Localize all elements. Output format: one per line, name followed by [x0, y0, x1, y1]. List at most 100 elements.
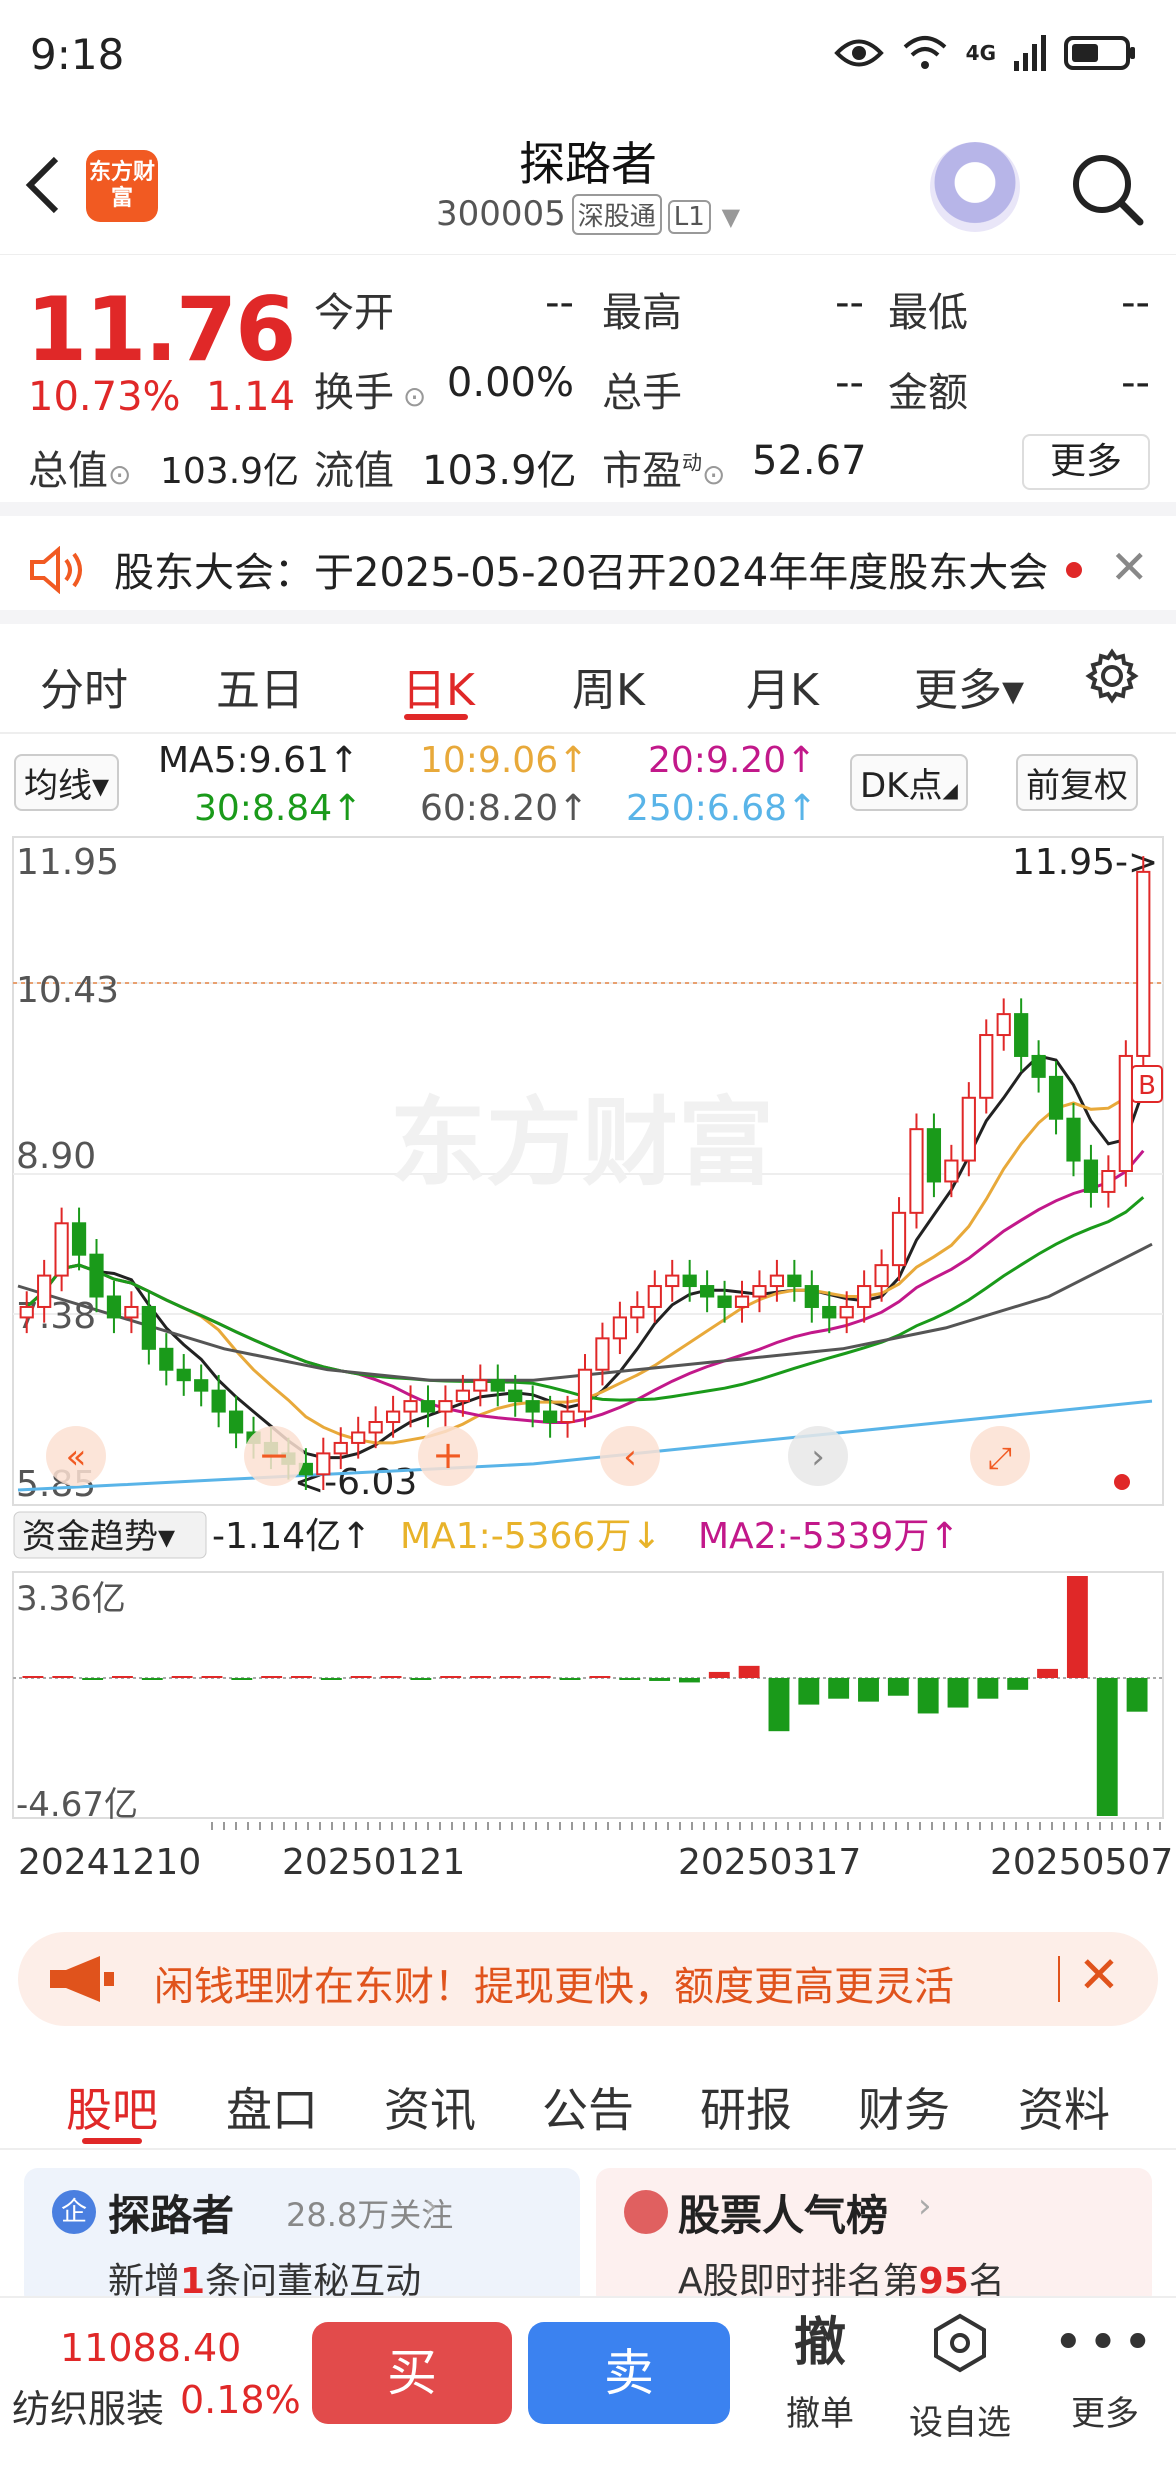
sell-button[interactable]: 卖: [528, 2322, 730, 2424]
open-label: 今开: [314, 290, 394, 336]
candle-body: [874, 1264, 889, 1288]
candle-body: [368, 1421, 383, 1434]
candle-body: [1118, 1054, 1133, 1172]
ma-selector[interactable]: 均线▾: [14, 754, 120, 811]
tab-finance[interactable]: 财务: [858, 2074, 950, 2140]
candle-body: [612, 1316, 627, 1340]
tab-pankou[interactable]: 盘口: [226, 2074, 318, 2140]
candle-body: [54, 1222, 69, 1277]
trade-bottom-bar: 11088.40 纺织服装 0.18% 买 卖 撤 撤单 设自选 ••• 更多: [0, 2296, 1176, 2480]
stock-code: 300005: [435, 194, 566, 234]
more-dots-icon: •••: [1052, 2313, 1157, 2373]
ma250-value: 250:6.68↑: [626, 788, 818, 829]
tab-research[interactable]: 研报: [700, 2074, 792, 2140]
candle-body: [1101, 1170, 1116, 1193]
kline-chart[interactable]: 东方财富 11.95 10.43 8.90 7.38 5.85 11.95-> …: [12, 836, 1164, 1848]
candle-body: [787, 1274, 802, 1288]
info-icon[interactable]: ⊙: [702, 458, 725, 491]
notice-bar[interactable]: 股东大会：于2025-05-20召开2024年年度股东大会 ✕: [0, 516, 1176, 624]
ma20-value: 20:9.20↑: [648, 740, 817, 781]
fund-bar: [798, 1678, 820, 1705]
candle-body: [89, 1253, 104, 1298]
fund-bar: [350, 1676, 372, 1678]
tab-more[interactable]: 更多▾: [914, 654, 1024, 718]
add-watchlist-button[interactable]: 设自选: [900, 2312, 1020, 2444]
chevron-left-icon: ‹: [623, 1437, 637, 1477]
open-value: --: [545, 280, 574, 326]
fund-bar: [708, 1671, 730, 1678]
assistant-robot-avatar[interactable]: [930, 142, 1020, 232]
candle-body: [420, 1400, 436, 1413]
fund-bar: [559, 1678, 581, 1680]
tab-news[interactable]: 资讯: [384, 2074, 476, 2140]
tab-profile[interactable]: 资料: [1018, 2074, 1110, 2140]
buy-button[interactable]: 买: [312, 2322, 512, 2424]
plus-icon: +: [432, 1433, 464, 1477]
candle-body: [961, 1096, 976, 1162]
volume-label: 总手: [602, 370, 682, 416]
low-label: 最低: [888, 290, 968, 336]
popularity-card[interactable]: 股票人气榜 › A股即时排名第95名: [596, 2168, 1152, 2308]
candle-body: [543, 1410, 558, 1424]
candle-body: [1066, 1117, 1081, 1162]
candle-body: [734, 1295, 750, 1308]
candle-body: [769, 1274, 785, 1288]
more-quote-button[interactable]: 更多: [1022, 434, 1150, 490]
dk-point-button[interactable]: DK点◢: [850, 754, 968, 811]
sector-name[interactable]: 纺织服装: [12, 2378, 164, 2433]
cancel-icon: 撤: [793, 2313, 846, 2373]
candle-body: [979, 1034, 994, 1099]
info-icon[interactable]: ⊙: [108, 458, 131, 491]
more-actions-button[interactable]: ••• 更多: [1050, 2312, 1160, 2435]
close-promo-icon[interactable]: ✕: [1078, 1946, 1120, 2004]
candle-body: [438, 1400, 453, 1413]
red-dot: [1114, 1474, 1130, 1490]
adjust-button[interactable]: 前复权: [1016, 754, 1138, 811]
fund-indicator-label: 资金趋势▾: [22, 1517, 175, 1557]
fund-bar: [1007, 1678, 1029, 1690]
tab-five-day[interactable]: 五日: [216, 654, 304, 718]
current-price: 11.76: [26, 278, 296, 381]
ma-indicator-row: 均线▾ MA5:9.61↑ 10:9.06↑ 20:9.20↑ 30:8.84↑…: [0, 734, 1176, 834]
fund-bar: [261, 1676, 283, 1678]
fund-bar: [231, 1678, 253, 1680]
y-label-2: 10.43: [16, 970, 119, 1011]
fund-ma2: MA2:-5339万↑: [698, 1516, 960, 1557]
level-tag: L1: [667, 200, 711, 234]
tab-daily-k[interactable]: 日K: [402, 654, 475, 718]
tab-guba[interactable]: 股吧: [66, 2074, 158, 2140]
candle-body: [909, 1128, 924, 1214]
promo-banner[interactable]: 闲钱理财在东财！提现更快，额度更高更灵活 ✕: [18, 1932, 1158, 2026]
candle-body: [752, 1285, 767, 1298]
tab-weekly-k[interactable]: 周K: [572, 654, 645, 718]
candle-body: [473, 1379, 488, 1392]
candle-body: [19, 1305, 34, 1319]
change-amount: 1.14: [206, 374, 296, 420]
candle-body: [159, 1347, 174, 1371]
tab-intraday[interactable]: 分时: [40, 654, 128, 718]
info-icon[interactable]: ⊙: [394, 380, 426, 413]
close-notice-icon[interactable]: ✕: [1110, 540, 1149, 594]
tab-announcements[interactable]: 公告: [542, 2074, 634, 2140]
stock-forum-card[interactable]: 企 探路者 28.8万关注 › 新增1条问董秘互动: [24, 2168, 580, 2308]
candle-body: [700, 1285, 715, 1298]
quote-panel: 11.76 10.73% 1.14 今开 -- 最高 -- 最低 -- 换手 ⊙…: [0, 256, 1176, 516]
fund-bar: [112, 1676, 133, 1678]
battery-icon: [1064, 36, 1135, 70]
ma5-value: MA5:9.61↑: [158, 740, 360, 781]
fund-bar: [858, 1678, 879, 1702]
tab-monthly-k[interactable]: 月K: [746, 654, 819, 718]
candle-body: [577, 1368, 593, 1413]
candle-body: [403, 1400, 418, 1413]
candle-body: [106, 1295, 122, 1319]
fund-bar: [619, 1678, 641, 1680]
candle-body: [1014, 1013, 1029, 1057]
candle-body: [37, 1274, 52, 1308]
wifi-icon: [903, 36, 946, 69]
cancel-order-button[interactable]: 撤 撤单: [770, 2312, 870, 2435]
search-icon[interactable]: [1068, 150, 1148, 230]
gear-icon[interactable]: [1084, 648, 1140, 704]
info-tabs: 股吧 盘口 资讯 公告 研报 财务 资料: [0, 2046, 1176, 2150]
kline-tabs: 分时 五日 日K 周K 月K 更多▾: [0, 624, 1176, 734]
candle-body: [525, 1400, 540, 1413]
